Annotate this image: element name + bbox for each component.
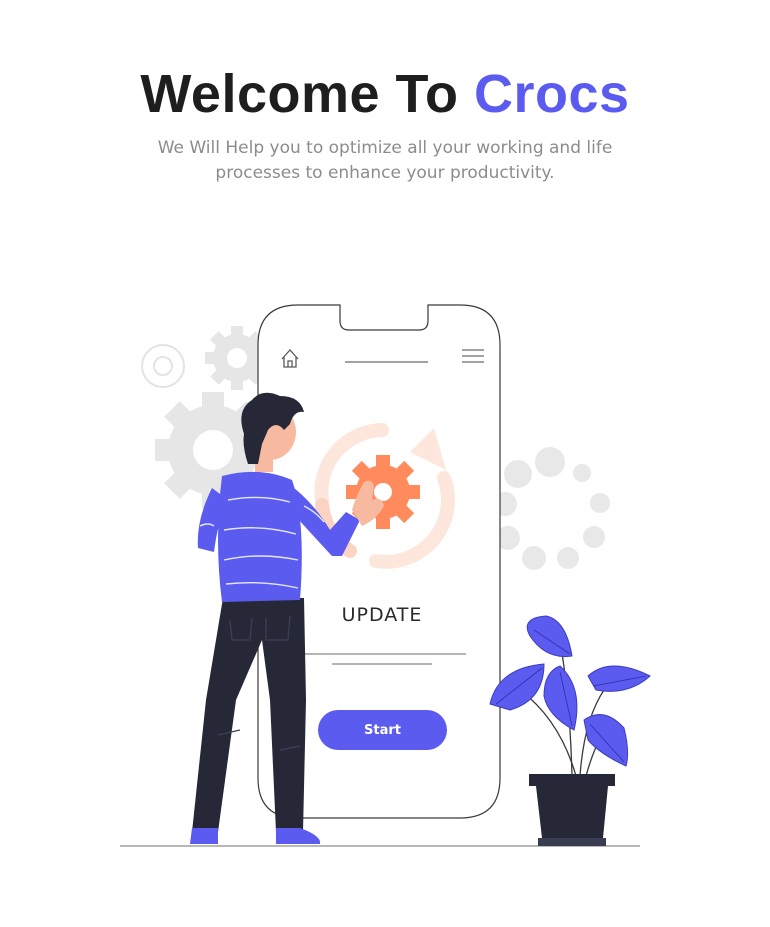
update-label: UPDATE	[341, 604, 423, 626]
start-button[interactable]: Start	[318, 710, 447, 750]
update-illustration	[120, 304, 651, 847]
pot-base	[538, 838, 606, 846]
loading-dots	[493, 447, 610, 570]
leaf	[587, 665, 651, 692]
pot-rim	[529, 774, 615, 786]
small-outline-gear-icon	[141, 344, 185, 388]
pot-body	[536, 786, 608, 838]
potted-plant	[489, 615, 651, 846]
